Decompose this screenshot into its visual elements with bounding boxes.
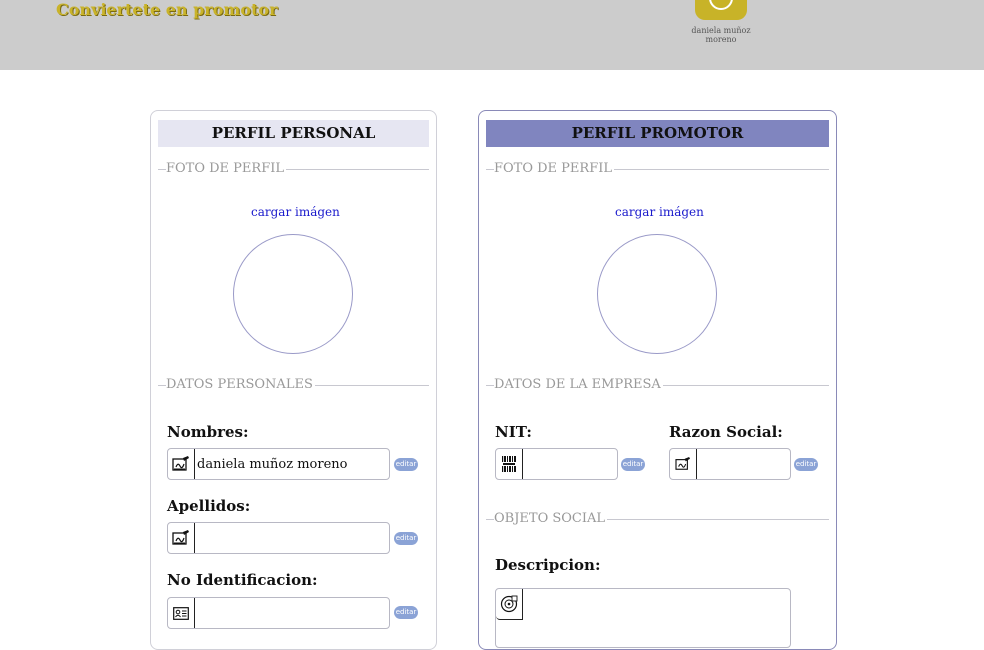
nombres-field[interactable]: daniela muñoz moreno [167,448,390,480]
photo-section-label: FOTO DE PERFIL [166,161,286,176]
promotor-profile-title: PERFIL PROMOTOR [486,120,829,147]
user-avatar[interactable] [695,0,747,20]
promotor-profile-card: PERFIL PROMOTOR FOTO DE PERFIL cargar im… [478,110,837,650]
signature-icon [670,449,697,479]
signature-icon [168,523,195,553]
upload-image-link[interactable]: cargar imágen [251,205,340,219]
edit-apellidos-button[interactable]: editar [394,532,418,545]
edit-nit-button[interactable]: editar [621,458,645,471]
brand-link[interactable]: Conviertete en promotor [56,0,278,20]
edit-identificacion-button[interactable]: editar [394,606,418,619]
user-name: daniela muñoz moreno [691,26,751,44]
edit-nombres-button[interactable]: editar [394,458,418,471]
id-card-icon [168,598,195,628]
barcode-icon [496,449,523,479]
personal-profile-title: PERFIL PERSONAL [158,120,429,147]
object-section-legend: OBJETO SOCIAL [486,512,829,526]
nit-field[interactable] [495,448,618,480]
photo-section-legend: FOTO DE PERFIL [158,162,429,176]
top-bar: Conviertete en promotor daniela muñoz mo… [0,0,984,70]
user-face-icon [709,0,733,10]
company-data-label: DATOS DE LA EMPRESA [494,377,663,392]
disc-icon [496,589,523,620]
nit-label: NIT: [495,423,532,441]
descripcion-field[interactable] [495,588,791,648]
edit-razon-social-button[interactable]: editar [794,458,818,471]
identificacion-label: No Identificacion: [167,571,318,589]
promotor-photo-label: FOTO DE PERFIL [494,161,614,176]
personal-profile-card: PERFIL PERSONAL FOTO DE PERFIL cargar im… [150,110,437,650]
nombres-value: daniela muñoz moreno [197,457,348,472]
signature-icon [168,449,195,479]
apellidos-field[interactable] [167,522,390,554]
razon-social-label: Razon Social: [669,423,783,441]
promotor-photo-placeholder[interactable] [597,234,717,354]
promotor-upload-image-link[interactable]: cargar imágen [615,205,704,219]
apellidos-label: Apellidos: [167,497,251,515]
descripcion-label: Descripcion: [495,556,601,574]
personal-data-label: DATOS PERSONALES [166,377,315,392]
identificacion-field[interactable] [167,597,390,629]
personal-data-legend: DATOS PERSONALES [158,378,429,392]
company-data-legend: DATOS DE LA EMPRESA [486,378,829,392]
nombres-label: Nombres: [167,423,249,441]
profile-photo-placeholder[interactable] [233,234,353,354]
object-section-label: OBJETO SOCIAL [494,511,608,526]
promotor-photo-legend: FOTO DE PERFIL [486,162,829,176]
razon-social-field[interactable] [669,448,791,480]
